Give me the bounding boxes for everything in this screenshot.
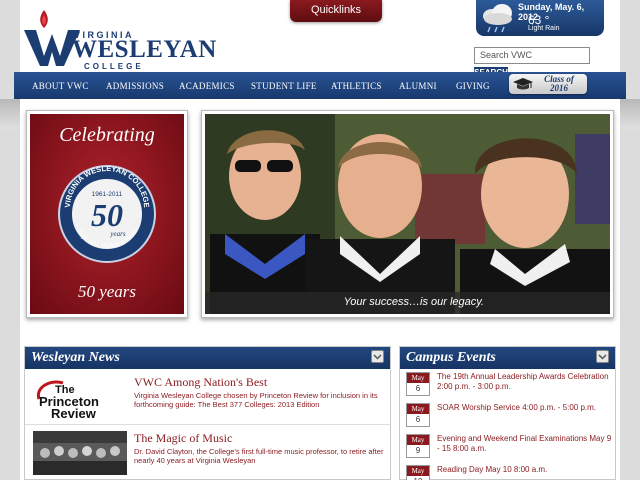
nav-item-athletics[interactable]: ATHLETICS bbox=[331, 81, 382, 91]
event-item[interactable]: May 6 The 19th Annual Leadership Awards … bbox=[400, 369, 615, 400]
event-item[interactable]: May 6 SOAR Worship Service 4:00 p.m. - 5… bbox=[400, 400, 615, 431]
college-logo[interactable]: VIRGINIA WESLEYAN COLLEGE bbox=[24, 8, 216, 71]
calendar-icon: May 10 bbox=[406, 465, 430, 480]
nav-item-about[interactable]: ABOUT VWC bbox=[32, 81, 89, 91]
logo-text-bottom: COLLEGE bbox=[84, 62, 144, 71]
news-item-description: Virginia Wesleyan College chosen by Prin… bbox=[134, 391, 378, 409]
event-item[interactable]: May 9 Evening and Weekend Final Examinat… bbox=[400, 431, 615, 462]
class-of-2016-button[interactable]: Class of 2016 bbox=[509, 74, 587, 94]
event-text[interactable]: Evening and Weekend Final Examinations M… bbox=[437, 434, 613, 454]
event-text[interactable]: The 19th Annual Leadership Awards Celebr… bbox=[437, 372, 613, 392]
events-section: Campus Events May 6 The 19th Annual Lead… bbox=[399, 346, 616, 480]
anniversary-seal-icon: VIRGINIA WESLEYAN COLLEGE Sapientia Illu… bbox=[58, 164, 156, 263]
weather-condition: Light Rain bbox=[528, 25, 560, 32]
anniversary-panel[interactable]: Celebrating VIRGINIA WESLEYAN COLLEGE Sa… bbox=[26, 110, 188, 318]
anniversary-title: Celebrating bbox=[59, 124, 155, 146]
quicklinks-button[interactable]: Quicklinks bbox=[290, 0, 382, 22]
news-item[interactable]: The Magic of Music Dr. David Clayton, th… bbox=[25, 425, 390, 480]
chevron-down-icon bbox=[373, 354, 382, 360]
music-ensemble-thumbnail bbox=[33, 431, 127, 475]
event-text[interactable]: Reading Day May 10 8:00 a.m. bbox=[437, 465, 613, 475]
nav-item-student-life[interactable]: STUDENT LIFE bbox=[251, 81, 317, 91]
news-item-description: Dr. David Clayton, the College's first f… bbox=[134, 447, 384, 465]
class-badge-line2: 2016 bbox=[550, 83, 568, 93]
chevron-down-icon bbox=[598, 354, 607, 360]
calendar-icon: May 6 bbox=[406, 372, 430, 396]
nav-item-admissions[interactable]: ADMISSIONS bbox=[106, 81, 164, 91]
events-heading: Campus Events bbox=[406, 350, 496, 365]
news-heading: Wesleyan News bbox=[31, 350, 120, 365]
svg-text:Review: Review bbox=[51, 406, 97, 419]
event-text[interactable]: SOAR Worship Service 4:00 p.m. - 5:00 p.… bbox=[437, 403, 613, 413]
logo-text-main: WESLEYAN bbox=[72, 36, 217, 63]
calendar-icon: May 6 bbox=[406, 403, 430, 427]
princeton-review-logo: The Princeton Review bbox=[33, 375, 127, 421]
news-collapse-toggle[interactable] bbox=[371, 350, 384, 363]
graduation-cap-icon bbox=[513, 78, 533, 90]
search-input[interactable]: Search VWC bbox=[474, 47, 590, 64]
photo-caption: Your success…is our legacy. bbox=[205, 292, 610, 314]
hero-photo-panel[interactable]: Your success…is our legacy. bbox=[201, 110, 614, 318]
nav-item-giving[interactable]: GIVING bbox=[456, 81, 490, 91]
nav-item-academics[interactable]: ACADEMICS bbox=[179, 81, 235, 91]
graduates-photo bbox=[205, 114, 610, 314]
svg-text:50: 50 bbox=[91, 197, 123, 233]
news-item-title[interactable]: VWC Among Nation's Best bbox=[134, 375, 267, 390]
nav-item-alumni[interactable]: ALUMNI bbox=[399, 81, 437, 91]
calendar-icon: May 9 bbox=[406, 434, 430, 458]
news-item[interactable]: The Princeton Review VWC Among Nation's … bbox=[25, 369, 390, 425]
svg-text:years: years bbox=[109, 230, 125, 238]
anniversary-years: 50 years bbox=[77, 282, 137, 301]
news-section: Wesleyan News The Princeton Review VWC A… bbox=[24, 346, 391, 480]
event-item[interactable]: May 10 Reading Day May 10 8:00 a.m. bbox=[400, 462, 615, 480]
weather-widget: Sunday, May. 6, 2012 63 ° Light Rain bbox=[476, 0, 604, 36]
news-item-title[interactable]: The Magic of Music bbox=[134, 431, 232, 446]
events-collapse-toggle[interactable] bbox=[596, 350, 609, 363]
rain-cloud-icon bbox=[483, 4, 512, 33]
